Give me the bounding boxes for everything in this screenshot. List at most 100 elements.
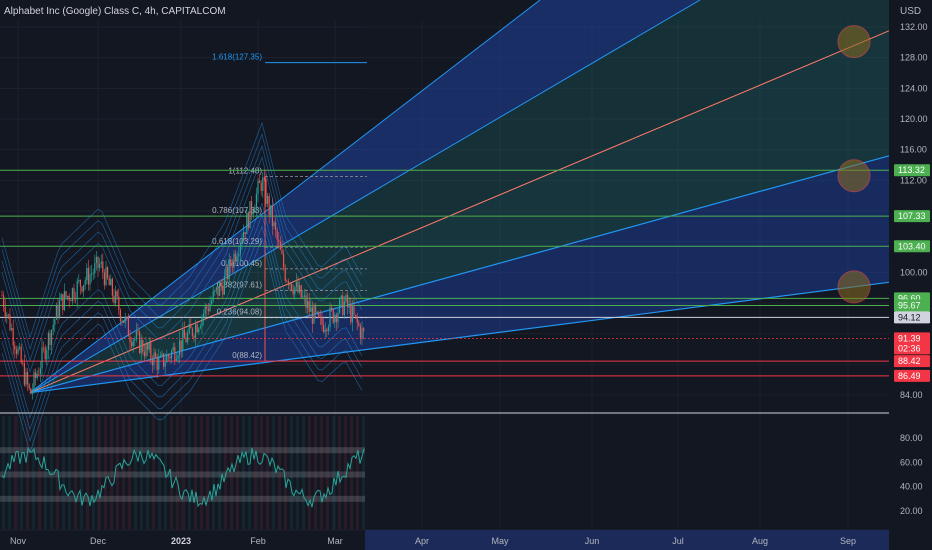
candle-body: [116, 291, 118, 297]
osc-shade: [38, 416, 41, 530]
candle-body: [292, 289, 294, 295]
candle-body: [347, 295, 349, 308]
candle-body: [318, 312, 320, 318]
candle-body: [214, 290, 216, 292]
candle-body: [195, 324, 197, 338]
candle-body: [350, 304, 352, 323]
osc-shade: [194, 416, 197, 530]
osc-shade: [116, 416, 119, 530]
candle-body: [297, 281, 299, 293]
osc-shade: [92, 416, 95, 530]
candle-body: [209, 303, 211, 312]
price-tag-label: 95.67: [898, 301, 921, 311]
osc-y-tick-2: 40.00: [900, 482, 923, 492]
candle-body: [252, 212, 254, 215]
candle-body: [219, 283, 221, 296]
candle-body: [110, 278, 112, 286]
candle-body: [92, 273, 94, 274]
osc-y-tick-0: 80.00: [900, 433, 923, 443]
candle: [86, 263, 88, 285]
chart-title: Alphabet Inc (Google) Class C, 4h, CAPIT…: [4, 6, 226, 17]
candle: [84, 276, 86, 290]
candle-body: [175, 358, 177, 361]
candle-body: [121, 321, 123, 322]
candle-body: [47, 333, 49, 351]
candle: [20, 343, 22, 365]
candle: [70, 298, 72, 302]
candle: [19, 342, 21, 351]
candle: [59, 292, 61, 320]
candle-body: [212, 291, 214, 301]
candle-body: [243, 232, 245, 241]
osc-shade: [134, 416, 137, 530]
osc-shade: [62, 416, 65, 530]
candle-body: [19, 346, 21, 349]
candle-body: [183, 329, 185, 338]
candle-body: [284, 267, 286, 281]
marker-circle-2: [837, 270, 871, 304]
candle-body: [84, 280, 86, 285]
candle-body: [81, 286, 83, 292]
candle-body: [233, 253, 235, 268]
candle-body: [340, 295, 342, 300]
x-tick-4: Mar: [327, 536, 343, 546]
chart-area[interactable]: 1.618(127.35)1(112.48)0.786(107.33)0.618…: [0, 0, 932, 550]
candle: [35, 368, 37, 386]
fib-label-5: 0.382(97.61): [217, 281, 263, 290]
candle-body: [324, 329, 326, 332]
candle: [14, 341, 16, 359]
candle-body: [36, 374, 38, 378]
candle-body: [44, 347, 46, 360]
candle-body: [215, 287, 217, 291]
candle-body: [254, 209, 256, 213]
y-tick-6: 100.00: [900, 267, 928, 277]
osc-shade: [248, 416, 251, 530]
candle-body: [225, 266, 227, 277]
candle-body: [201, 317, 203, 327]
candle: [102, 253, 104, 280]
candle-body: [177, 355, 179, 359]
osc-shade: [146, 416, 149, 530]
candle-body: [111, 278, 113, 296]
candle-body: [283, 253, 285, 268]
candle-body: [295, 281, 297, 288]
osc-shade: [128, 416, 131, 530]
x-tick-5: Apr: [415, 536, 429, 546]
candle-body: [260, 182, 262, 191]
candle-body: [87, 267, 89, 285]
price-tag-2: 103.40: [894, 240, 930, 253]
candle-body: [287, 281, 289, 286]
candle: [71, 287, 73, 305]
candle-body: [286, 280, 288, 282]
candle-body: [33, 372, 35, 390]
candle-body: [315, 305, 317, 313]
osc-shade: [74, 416, 77, 530]
osc-shade: [212, 416, 215, 530]
candle-body: [188, 324, 190, 334]
candle-body: [3, 295, 5, 307]
osc-y-tick-1: 60.00: [900, 457, 923, 467]
candle-body: [319, 317, 321, 319]
x-tick-8: Jul: [672, 536, 684, 546]
osc-shade: [86, 416, 89, 530]
candle: [73, 283, 75, 303]
candle-body: [302, 296, 304, 298]
candle-body: [89, 274, 91, 285]
y-tick-4: 116.00: [900, 145, 927, 155]
countdown-label: 02:36: [898, 343, 921, 353]
candle-body: [143, 351, 145, 357]
candle-body: [97, 256, 99, 268]
candle-body: [153, 352, 155, 366]
candle-body: [334, 314, 336, 323]
candle: [11, 323, 13, 332]
candle-body: [28, 384, 30, 389]
candle-body: [91, 273, 93, 275]
candle-body: [151, 358, 153, 366]
candle-body: [108, 278, 110, 286]
candle-body: [145, 343, 147, 357]
candle-body: [185, 337, 187, 343]
osc-shade: [278, 416, 281, 530]
candle-body: [236, 256, 238, 261]
osc-shade: [158, 416, 161, 530]
osc-shade: [80, 416, 83, 530]
